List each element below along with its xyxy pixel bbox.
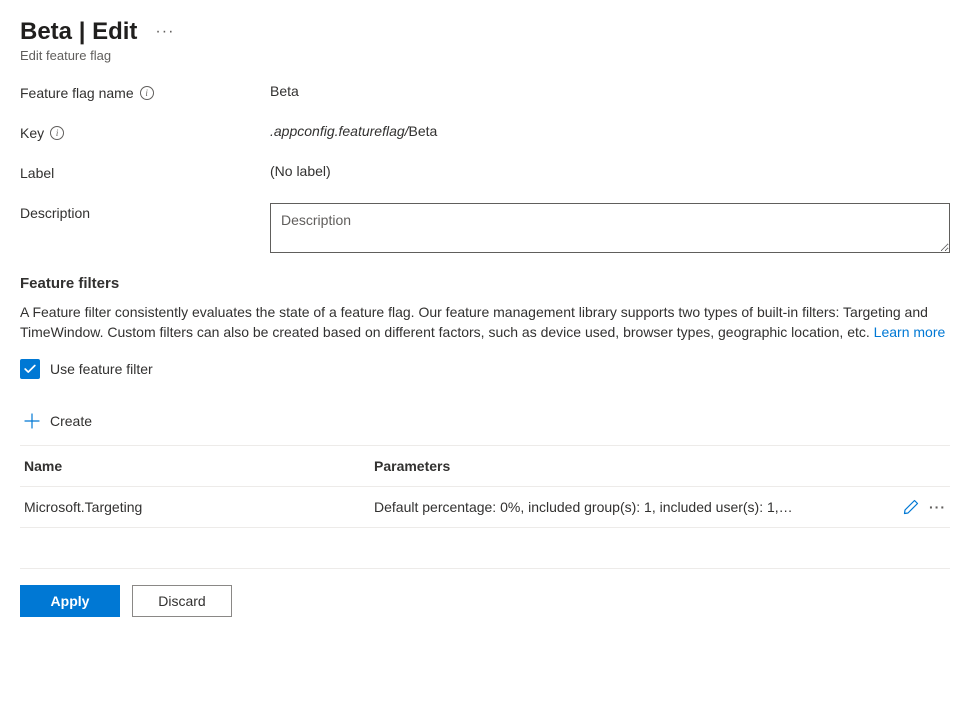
info-icon[interactable]: i: [140, 86, 154, 100]
edit-icon[interactable]: [903, 499, 919, 515]
row-name: Microsoft.Targeting: [24, 499, 374, 515]
description-input[interactable]: [270, 203, 950, 253]
footer: Apply Discard: [20, 568, 950, 617]
name-label: Feature flag name i: [20, 83, 270, 101]
plus-icon: [24, 413, 40, 429]
page-title: Beta | Edit: [20, 18, 137, 46]
key-label: Key i: [20, 123, 270, 141]
info-icon[interactable]: i: [50, 126, 64, 140]
th-params: Parameters: [374, 458, 946, 474]
filters-description: A Feature filter consistently evaluates …: [20, 302, 950, 343]
filters-heading: Feature filters: [20, 275, 950, 292]
table-header: Name Parameters: [20, 445, 950, 487]
discard-button[interactable]: Discard: [132, 585, 232, 617]
page-subtitle: Edit feature flag: [20, 48, 950, 63]
check-icon: [23, 362, 37, 376]
use-filter-checkbox[interactable]: [20, 359, 40, 379]
create-button[interactable]: Create: [20, 407, 950, 435]
apply-button[interactable]: Apply: [20, 585, 120, 617]
row-params: Default percentage: 0%, included group(s…: [374, 499, 895, 515]
use-filter-label: Use feature filter: [50, 361, 153, 377]
table-row[interactable]: Microsoft.Targeting Default percentage: …: [20, 487, 950, 528]
key-value: .appconfig.featureflag/Beta: [270, 123, 950, 139]
name-value: Beta: [270, 83, 950, 99]
row-more-icon[interactable]: ···: [929, 499, 946, 515]
more-icon[interactable]: ···: [155, 23, 174, 41]
description-label: Description: [20, 203, 270, 221]
label-label: Label: [20, 163, 270, 181]
label-value: (No label): [270, 163, 950, 179]
learn-more-link[interactable]: Learn more: [874, 324, 946, 340]
th-name: Name: [24, 458, 374, 474]
